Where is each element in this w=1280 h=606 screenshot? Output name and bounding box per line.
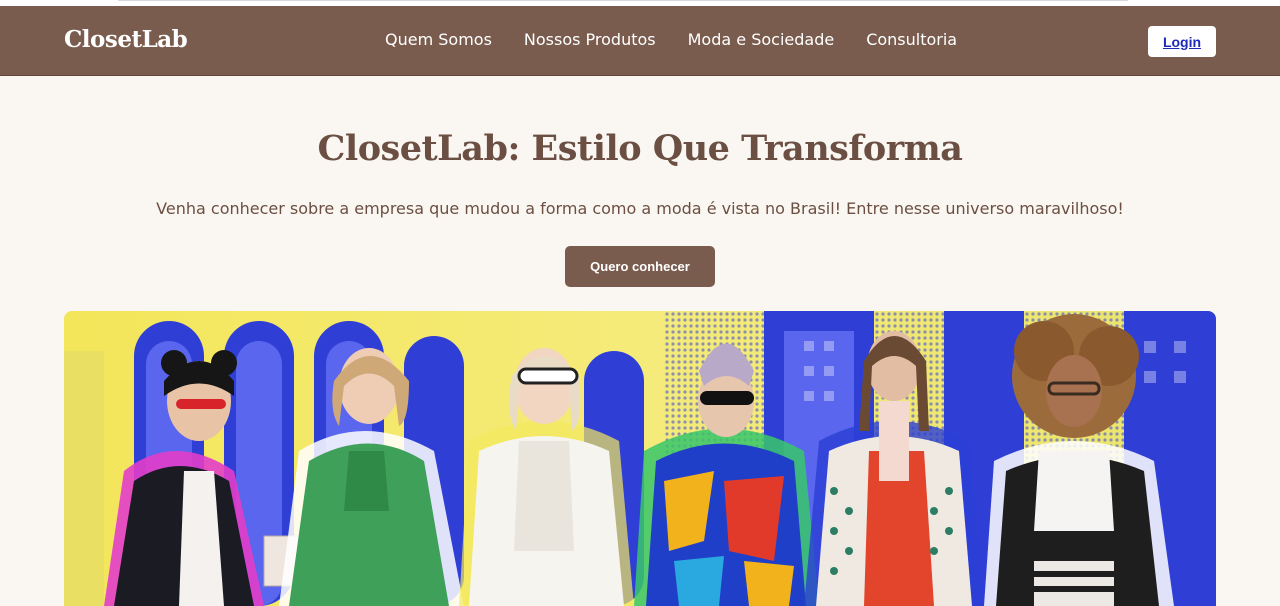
nav-quem-somos[interactable]: Quem Somos (385, 30, 492, 49)
login-link[interactable]: Login (1163, 34, 1201, 50)
login-button[interactable]: Login (1148, 26, 1216, 57)
site-header: ClosetLab Quem Somos Nossos Produtos Mod… (0, 6, 1280, 76)
brand-logo[interactable]: ClosetLab (64, 26, 188, 53)
hero-title: ClosetLab: Estilo Que Transforma (317, 128, 963, 169)
nav-nossos-produtos[interactable]: Nossos Produtos (524, 30, 656, 49)
cta-label: Quero conhecer (590, 259, 690, 274)
hero-banner-image (64, 311, 1216, 606)
main-nav: Quem Somos Nossos Produtos Moda e Socied… (385, 30, 957, 49)
hero-subtitle: Venha conhecer sobre a empresa que mudou… (156, 199, 1124, 218)
nav-consultoria[interactable]: Consultoria (866, 30, 957, 49)
cta-button[interactable]: Quero conhecer (565, 246, 715, 287)
nav-moda-e-sociedade[interactable]: Moda e Sociedade (688, 30, 835, 49)
